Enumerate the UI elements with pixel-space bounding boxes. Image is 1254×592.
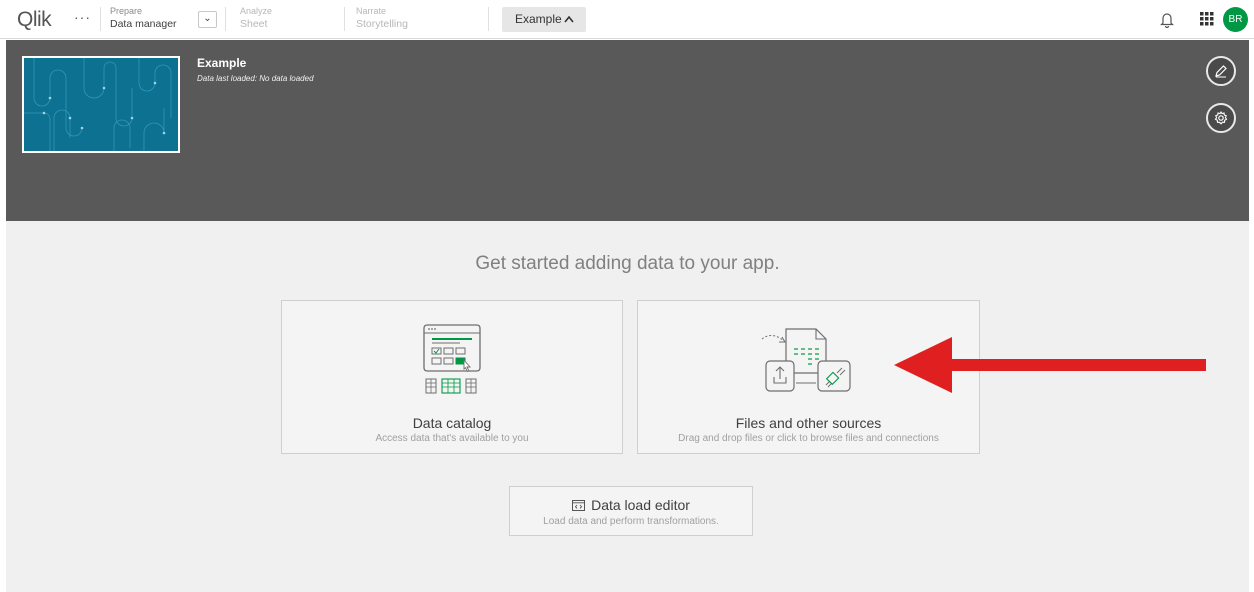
divider [100, 7, 101, 31]
files-sources-icon [761, 328, 851, 392]
thumbnail-pattern [24, 58, 172, 151]
user-avatar[interactable]: BR [1223, 7, 1248, 32]
nav-narrate[interactable]: Narrate Storytelling [356, 6, 408, 31]
chevron-up-icon [564, 7, 574, 42]
code-icon [572, 500, 586, 511]
more-icon[interactable]: ··· [74, 9, 91, 25]
data-load-editor-title-row: Data load editor [510, 497, 752, 513]
app-tab-label: Example [515, 12, 562, 26]
divider [488, 7, 489, 31]
files-sources-desc: Drag and drop files or click to browse f… [678, 433, 939, 444]
nav-prepare-label: Prepare [110, 6, 143, 16]
nav-prepare[interactable]: Prepare Data manager [110, 6, 177, 31]
edit-icon [1215, 65, 1227, 78]
logo-text: Qlik [17, 8, 52, 31]
data-load-editor-card[interactable]: Data load editor Load data and perform t… [509, 486, 753, 536]
files-sources-title: Files and other sources [735, 415, 882, 431]
nav-analyze[interactable]: Analyze Sheet [240, 6, 272, 31]
app-header: Example Data last loaded: No data loaded [6, 40, 1249, 221]
edit-button[interactable] [1206, 56, 1236, 86]
apps-grid-icon[interactable] [1200, 12, 1214, 26]
data-load-editor-desc: Load data and perform transformations. [543, 516, 719, 527]
chevron-down-icon[interactable]: ⌄ [198, 11, 217, 28]
data-catalog-title: Data catalog [412, 415, 492, 431]
data-catalog-desc: Access data that's available to you [375, 433, 529, 444]
gear-icon [1214, 110, 1228, 125]
app-thumbnail[interactable] [22, 56, 180, 153]
settings-button[interactable] [1206, 103, 1236, 133]
app-name-tab[interactable]: Example [502, 7, 586, 32]
nav-analyze-value: Sheet [240, 18, 268, 30]
divider [225, 7, 226, 31]
nav-analyze-label: Analyze [240, 6, 273, 16]
page-headline: Get started adding data to your app. [475, 253, 780, 274]
qlik-logo[interactable]: Qlik [17, 8, 52, 32]
top-navigation-bar: Qlik ··· Prepare Data manager ⌄ Analyze … [0, 0, 1254, 39]
nav-narrate-label: Narrate [356, 6, 387, 16]
arrow-annotation [894, 337, 1206, 393]
divider [344, 7, 345, 31]
nav-narrate-value: Storytelling [356, 18, 408, 30]
nav-prepare-value: Data manager [110, 18, 177, 30]
app-title: Example [197, 56, 247, 70]
data-load-editor-title: Data load editor [591, 497, 690, 513]
app-load-status: Data last loaded: No data loaded [197, 74, 314, 83]
main-content: Get started adding data to your app. Dat… [6, 221, 1249, 592]
data-catalog-icon [423, 324, 481, 394]
data-catalog-card[interactable]: Data catalog Access data that's availabl… [281, 300, 623, 454]
bell-icon[interactable] [1160, 11, 1174, 28]
